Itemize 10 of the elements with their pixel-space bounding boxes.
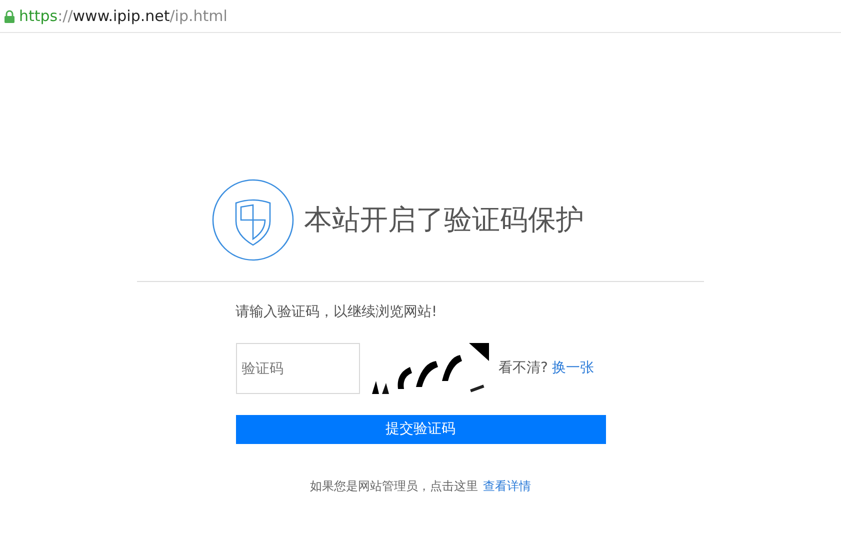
admin-note: 如果您是网站管理员，点击这里 bbox=[310, 478, 478, 495]
details-link[interactable]: 查看详情 bbox=[483, 477, 531, 495]
submit-button[interactable]: 提交验证码 bbox=[236, 415, 606, 444]
shield-icon bbox=[212, 179, 294, 261]
page-title: 本站开启了验证码保护 bbox=[304, 202, 584, 238]
captcha-field[interactable]: 验证码 bbox=[236, 343, 360, 394]
address-bar-url[interactable]: https://www.ipip.net/ip.html bbox=[19, 4, 228, 28]
unclear-hint: 看不清? bbox=[498, 359, 548, 378]
refresh-captcha-link[interactable]: 换一张 bbox=[552, 358, 594, 379]
instruction-text: 请输入验证码，以继续浏览网站! bbox=[236, 303, 438, 322]
